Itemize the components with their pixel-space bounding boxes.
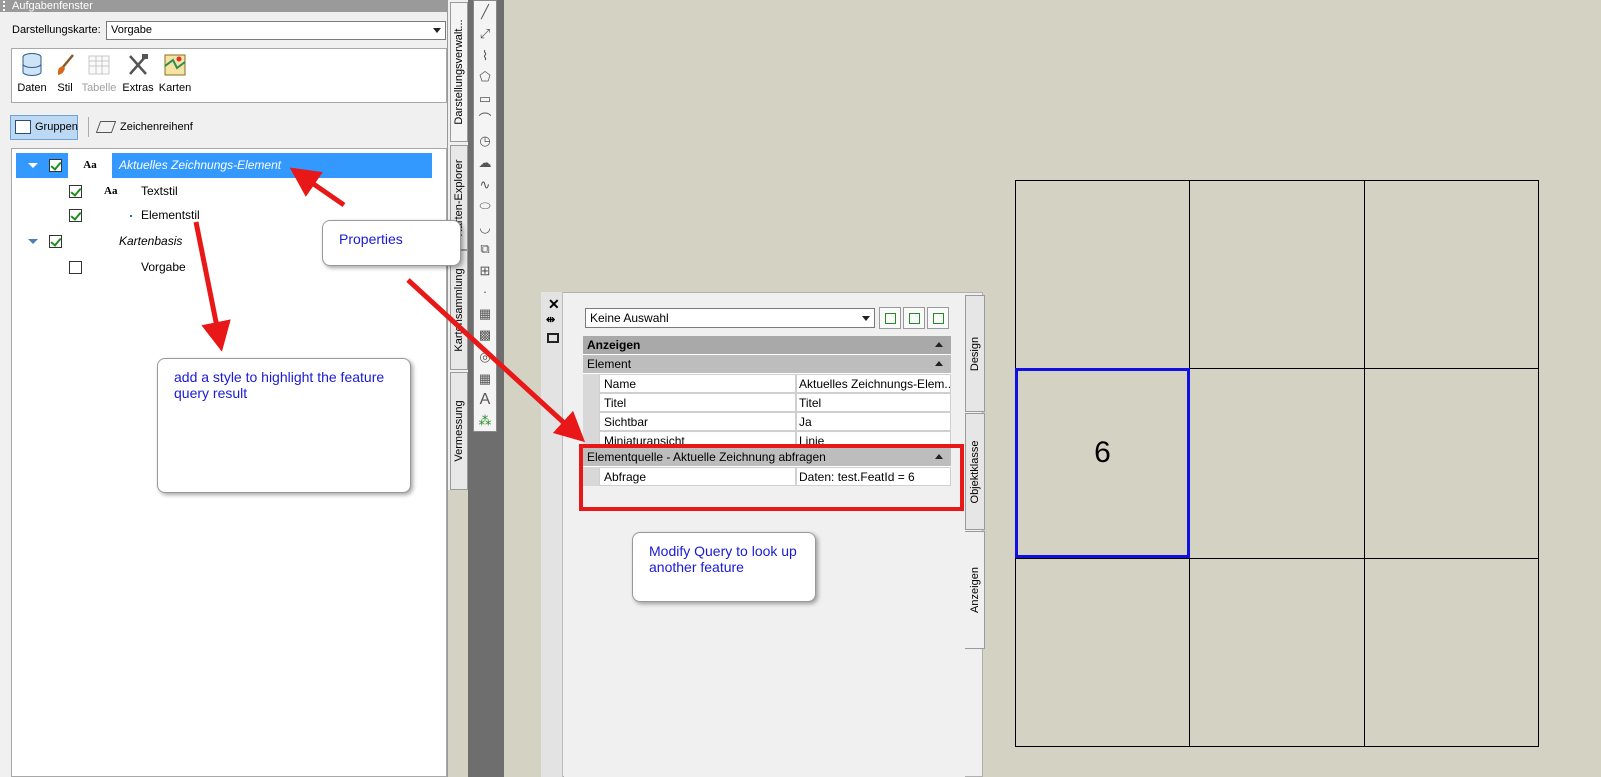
annotation-arrows xyxy=(193,167,586,443)
arrow-to-element xyxy=(289,167,346,208)
arrow-to-query xyxy=(406,278,586,443)
arrow-to-style-callout xyxy=(193,221,231,352)
